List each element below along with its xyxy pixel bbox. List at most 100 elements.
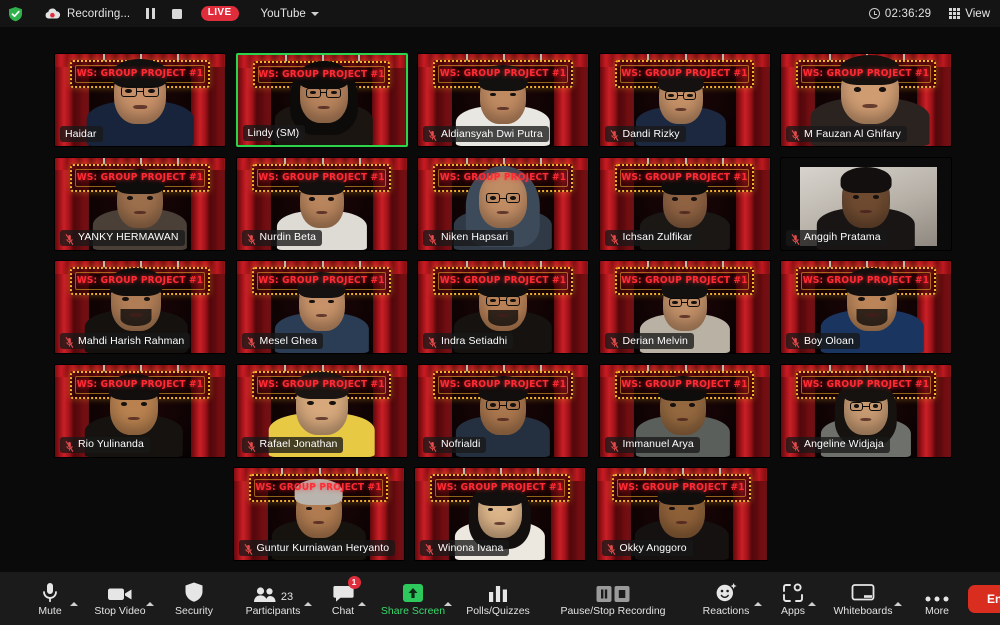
muted-microphone-icon — [247, 232, 256, 245]
participant-tile[interactable]: WS: GROUP PROJECT #1 Aldiansyah Dwi Putra — [417, 53, 589, 147]
muted-microphone-icon — [791, 439, 800, 452]
participant-name: Rio Yulinanda — [78, 438, 144, 450]
participant-tile[interactable]: WS: GROUP PROJECT #1 Guntur Kurniawan Her… — [232, 467, 405, 561]
marquee-text: WS: GROUP PROJECT #1 — [802, 68, 930, 80]
participant-tile[interactable]: WS: GROUP PROJECT #1 Mahdi Harish Rahman — [54, 260, 226, 354]
participant-name: Anggih Pratama — [804, 231, 881, 243]
elapsed-time: 02:36:29 — [884, 7, 932, 20]
toolbar-button-more[interactable]: More — [906, 572, 968, 625]
toolbar-button-whiteboards[interactable]: Whiteboards — [820, 572, 906, 625]
muted-microphone-icon — [428, 128, 437, 142]
shield-icon — [184, 579, 204, 603]
participant-name: Lindy (SM) — [247, 126, 300, 139]
participant-name: M Fauzan Al Ghifary — [804, 127, 902, 140]
participant-tile[interactable]: WS: GROUP PROJECT #1 Nofrialdi — [417, 363, 589, 458]
participant-tile[interactable]: WS: GROUP PROJECT #1 Derian Melvin — [598, 260, 771, 354]
reactions-smiley-icon — [715, 579, 737, 603]
participant-name-bar: Mesel Ghea — [241, 333, 324, 349]
streaming-platform-selector[interactable]: YouTube — [261, 8, 319, 20]
participant-tile[interactable]: WS: GROUP PROJECT #1 YANKY HERMAWAN — [54, 156, 226, 251]
marquee-text: WS: GROUP PROJECT #1 — [439, 68, 567, 80]
participant-name: Guntur Kurniawan Heryanto — [256, 541, 390, 554]
unread-badge: 1 — [347, 576, 361, 590]
participant-tile[interactable]: WS: GROUP PROJECT #1 Haidar — [54, 53, 226, 147]
participant-name-bar: Winona Ivana — [420, 540, 510, 556]
marquee-text: WS: GROUP PROJECT #1 — [76, 275, 204, 287]
meeting-top-bar: Recording... LIVE YouTube 02:36:29 View — [0, 0, 1000, 27]
end-meeting-button[interactable]: End — [968, 584, 1000, 613]
participant-name-bar: Angeline Widjaja — [786, 436, 890, 453]
participant-name-bar: Lindy (SM) — [242, 125, 306, 141]
participant-tile[interactable]: WS: GROUP PROJECT #1 Boy Oloan — [780, 260, 952, 354]
pause-icon[interactable] — [146, 8, 155, 19]
participant-name-bar: Aldiansyah Dwi Putra — [423, 126, 549, 142]
participant-tile[interactable]: Anggih Pratama — [780, 156, 952, 251]
marquee-text: WS: GROUP PROJECT #1 — [621, 275, 748, 287]
toolbar-button-share[interactable]: Share Screen — [370, 572, 456, 625]
participant-tile[interactable]: WS: GROUP PROJECT #1 Lindy (SM) — [235, 53, 408, 147]
grid-view-icon — [949, 8, 961, 19]
microphone-icon — [40, 579, 60, 603]
participant-tile[interactable]: WS: GROUP PROJECT #1 Winona Ivana — [414, 467, 586, 561]
muted-microphone-icon — [428, 439, 437, 452]
toolbar-button-polls[interactable]: Polls/Quizzes — [456, 572, 540, 625]
participant-tile[interactable]: WS: GROUP PROJECT #1 Indra Setiadhi — [417, 260, 589, 354]
participant-name: Haidar — [65, 127, 97, 140]
chevron-down-icon[interactable] — [310, 11, 319, 16]
share-screen-icon — [402, 579, 424, 603]
meeting-controls-toolbar: Mute Stop Video Security 23 Participants 1 Cha… — [0, 572, 1000, 625]
participant-name-bar: Rio Yulinanda — [60, 436, 150, 453]
marquee-text: WS: GROUP PROJECT #1 — [621, 379, 748, 390]
toolbar-button-video[interactable]: Stop Video — [82, 572, 158, 625]
participant-name: Indra Setiadhi — [441, 334, 508, 347]
participant-name-bar: M Fauzan Al Ghifary — [786, 126, 908, 142]
marquee-text: WS: GROUP PROJECT #1 — [439, 379, 567, 390]
toolbar-label-participants: Participants — [245, 605, 301, 618]
marquee-text: WS: GROUP PROJECT #1 — [258, 69, 385, 81]
toolbar-button-recording[interactable]: Pause/Stop Recording — [540, 572, 686, 625]
toolbar-label-whiteboards: Whiteboards — [833, 605, 893, 618]
participant-tile[interactable]: WS: GROUP PROJECT #1 M Fauzan Al Ghifary — [780, 53, 952, 147]
toolbar-button-chat[interactable]: 1 Chat — [316, 572, 370, 625]
muted-microphone-icon — [791, 232, 800, 245]
shield-check-icon[interactable] — [8, 6, 23, 22]
participant-name: Rafael Jonathan — [259, 438, 338, 450]
meeting-timer: 02:36:29 — [868, 7, 932, 20]
stop-icon[interactable] — [171, 8, 182, 19]
participant-tile[interactable]: WS: GROUP PROJECT #1 Rio Yulinanda — [54, 363, 226, 458]
marquee-text: WS: GROUP PROJECT #1 — [802, 379, 930, 390]
participant-name: Ichsan Zulfikar — [622, 231, 693, 243]
participant-tile[interactable]: WS: GROUP PROJECT #1 Niken Hapsari — [417, 156, 589, 251]
participant-tile[interactable]: WS: GROUP PROJECT #1 Dandi Rizky — [598, 53, 771, 147]
chat-bubble-icon: 1 — [332, 576, 361, 603]
participant-name-bar: Boy Oloan — [786, 333, 860, 349]
bar-chart-icon — [487, 579, 509, 603]
toolbar-button-reactions[interactable]: Reactions — [686, 572, 766, 625]
participant-tile[interactable]: WS: GROUP PROJECT #1 Nurdin Beta — [235, 156, 408, 251]
participant-name: Derian Melvin — [622, 334, 688, 347]
participant-name: Boy Oloan — [804, 334, 854, 347]
participant-tile[interactable]: WS: GROUP PROJECT #1 Ichsan Zulfikar — [598, 156, 771, 251]
toolbar-button-mute[interactable]: Mute — [18, 572, 82, 625]
people-icon: 23 — [253, 579, 293, 603]
toolbar-label-video: Stop Video — [94, 605, 146, 618]
view-button[interactable]: View — [949, 8, 990, 20]
marquee-text: WS: GROUP PROJECT #1 — [439, 172, 567, 183]
participant-tile[interactable]: WS: GROUP PROJECT #1 Angeline Widjaja — [780, 363, 952, 458]
participant-name-bar: Haidar — [60, 126, 103, 142]
muted-microphone-icon — [65, 439, 74, 452]
toolbar-button-security[interactable]: Security — [158, 572, 230, 625]
participant-tile[interactable]: WS: GROUP PROJECT #1 Mesel Ghea — [235, 260, 408, 354]
participant-tile[interactable]: WS: GROUP PROJECT #1 Rafael Jonathan — [235, 363, 408, 458]
toolbar-button-apps[interactable]: Apps — [766, 572, 820, 625]
participant-name-bar: Guntur Kurniawan Heryanto — [238, 540, 395, 556]
toolbar-button-participants[interactable]: 23 Participants — [230, 572, 316, 625]
participant-name: Immanuel Arya — [622, 438, 694, 450]
participant-tile[interactable]: WS: GROUP PROJECT #1 Immanuel Arya — [598, 363, 771, 458]
view-label: View — [965, 7, 990, 20]
video-camera-icon — [107, 579, 133, 603]
participant-tile[interactable]: WS: GROUP PROJECT #1 Okky Anggoro — [595, 467, 768, 561]
marquee-text: WS: GROUP PROJECT #1 — [802, 275, 930, 287]
toolbar-label-more: More — [925, 605, 949, 618]
participant-name-bar: Nurdin Beta — [241, 229, 323, 246]
